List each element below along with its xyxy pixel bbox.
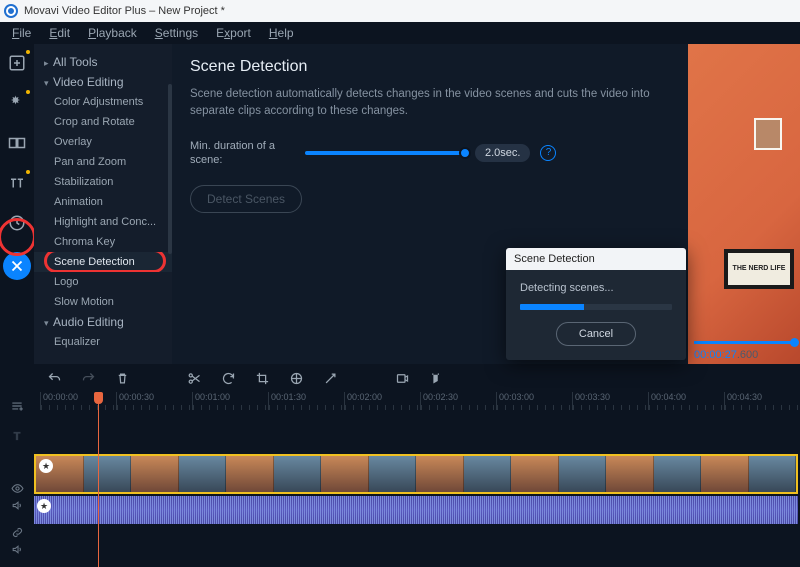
item-stabilization[interactable]: Stabilization — [34, 172, 172, 192]
filters-icon[interactable] — [6, 92, 28, 114]
timeline-toolbar — [0, 364, 800, 392]
split-icon[interactable] — [186, 370, 202, 386]
audio-track-clip[interactable]: ★ — [34, 496, 798, 524]
item-chroma-key[interactable]: Chroma Key — [34, 232, 172, 252]
ruler-tick[interactable]: 00:04:00 — [648, 392, 724, 410]
empty-track[interactable] — [34, 410, 800, 454]
menu-settings[interactable]: Settings — [147, 23, 206, 43]
video-editing-header[interactable]: Video Editing — [34, 72, 172, 92]
tool-rail — [0, 44, 34, 364]
ruler-tick[interactable]: 00:00:30 — [116, 392, 192, 410]
video-track-controls — [0, 482, 34, 512]
ruler-tick[interactable]: 00:00:00 — [40, 392, 116, 410]
ruler-tick[interactable]: 00:02:00 — [344, 392, 420, 410]
record-icon[interactable] — [394, 370, 410, 386]
ruler-tick[interactable]: 00:03:00 — [496, 392, 572, 410]
audio-track-controls — [0, 526, 34, 556]
window-title: Movavi Video Editor Plus – New Project * — [24, 5, 225, 17]
stickers-icon[interactable] — [6, 212, 28, 234]
item-logo[interactable]: Logo — [34, 272, 172, 292]
min-duration-slider[interactable] — [305, 151, 465, 155]
color-icon[interactable] — [288, 370, 304, 386]
wizard-icon[interactable] — [322, 370, 338, 386]
link-icon[interactable] — [11, 526, 24, 539]
text-track-icon[interactable] — [9, 428, 25, 444]
ruler-tick[interactable]: 00:01:30 — [268, 392, 344, 410]
cancel-button[interactable]: Cancel — [556, 322, 636, 346]
scene-detection-dialog: Scene Detection Detecting scenes... Canc… — [506, 248, 686, 360]
min-duration-value[interactable]: 2.0sec. — [475, 144, 530, 162]
titlebar: Movavi Video Editor Plus – New Project * — [0, 0, 800, 22]
menu-file[interactable]: File — [4, 23, 39, 43]
dialog-progressbar — [520, 304, 672, 310]
item-pan-zoom[interactable]: Pan and Zoom — [34, 152, 172, 172]
preview-sign-prop: THE NERD LIFE — [724, 249, 794, 289]
clip-fx-icon[interactable]: ★ — [39, 459, 53, 473]
panel-description: Scene detection automatically detects ch… — [190, 86, 670, 121]
timeline: 00:00:00 00:00:30 00:01:00 00:01:30 00:0… — [0, 392, 800, 567]
detect-scenes-button[interactable]: Detect Scenes — [190, 185, 302, 213]
menu-playback[interactable]: Playback — [80, 23, 145, 43]
item-highlight-conceal[interactable]: Highlight and Conc... — [34, 212, 172, 232]
add-media-icon[interactable] — [6, 52, 28, 74]
slider-knob[interactable] — [459, 147, 471, 159]
ruler-tick[interactable]: 00:02:30 — [420, 392, 496, 410]
preview-progress[interactable] — [694, 341, 794, 344]
item-scene-detection[interactable]: Scene Detection — [34, 252, 172, 272]
dialog-title: Scene Detection — [506, 248, 686, 270]
menubar: File Edit Playback Settings Export Help — [0, 22, 800, 44]
min-duration-row: Min. duration of a scene: 2.0sec. ? — [190, 139, 670, 168]
preview-panel: THE NERD LIFE 00:00:27.600 — [688, 44, 800, 364]
timeline-ruler[interactable]: 00:00:00 00:00:30 00:01:00 00:01:30 00:0… — [34, 392, 800, 410]
transitions-icon[interactable] — [6, 132, 28, 154]
preview-photo-prop — [754, 118, 782, 150]
tool-list-panel: All Tools Video Editing Color Adjustment… — [34, 44, 172, 364]
ruler-tick[interactable]: 00:03:30 — [572, 392, 648, 410]
all-tools-header[interactable]: All Tools — [34, 52, 172, 72]
delete-icon[interactable] — [114, 370, 130, 386]
marker-icon[interactable] — [428, 370, 444, 386]
volume-icon[interactable] — [11, 499, 24, 512]
audio-editing-header[interactable]: Audio Editing — [34, 312, 172, 332]
crop-icon[interactable] — [254, 370, 270, 386]
app-logo — [4, 4, 18, 18]
item-animation[interactable]: Animation — [34, 192, 172, 212]
min-duration-label: Min. duration of a scene: — [190, 139, 295, 168]
video-track-clip[interactable]: ★ — [34, 454, 798, 494]
menu-help[interactable]: Help — [261, 23, 302, 43]
ruler-tick[interactable]: 00:04:30 — [724, 392, 800, 410]
volume-icon[interactable] — [11, 543, 24, 556]
preview-video: THE NERD LIFE — [688, 44, 800, 364]
rotate-icon[interactable] — [220, 370, 236, 386]
item-equalizer[interactable]: Equalizer — [34, 332, 172, 352]
preview-timecode: 00:00:27.600 — [694, 349, 758, 361]
dialog-message: Detecting scenes... — [520, 282, 672, 294]
menu-export[interactable]: Export — [208, 23, 259, 43]
more-tools-icon[interactable] — [3, 252, 31, 280]
menu-edit[interactable]: Edit — [41, 23, 78, 43]
redo-icon[interactable] — [80, 370, 96, 386]
clip-fx-icon[interactable]: ★ — [37, 499, 51, 513]
titles-icon[interactable] — [6, 172, 28, 194]
help-icon[interactable]: ? — [540, 145, 556, 161]
panel-title: Scene Detection — [190, 58, 670, 76]
item-overlay[interactable]: Overlay — [34, 132, 172, 152]
item-slow-motion[interactable]: Slow Motion — [34, 292, 172, 312]
item-crop-rotate[interactable]: Crop and Rotate — [34, 112, 172, 132]
ruler-tick[interactable]: 00:01:00 — [192, 392, 268, 410]
playhead[interactable] — [98, 392, 99, 567]
item-color-adjustments[interactable]: Color Adjustments — [34, 92, 172, 112]
eye-icon[interactable] — [11, 482, 24, 495]
add-track-icon[interactable] — [9, 398, 25, 414]
undo-icon[interactable] — [46, 370, 62, 386]
timeline-tracks[interactable]: 00:00:00 00:00:30 00:01:00 00:01:30 00:0… — [34, 392, 800, 567]
